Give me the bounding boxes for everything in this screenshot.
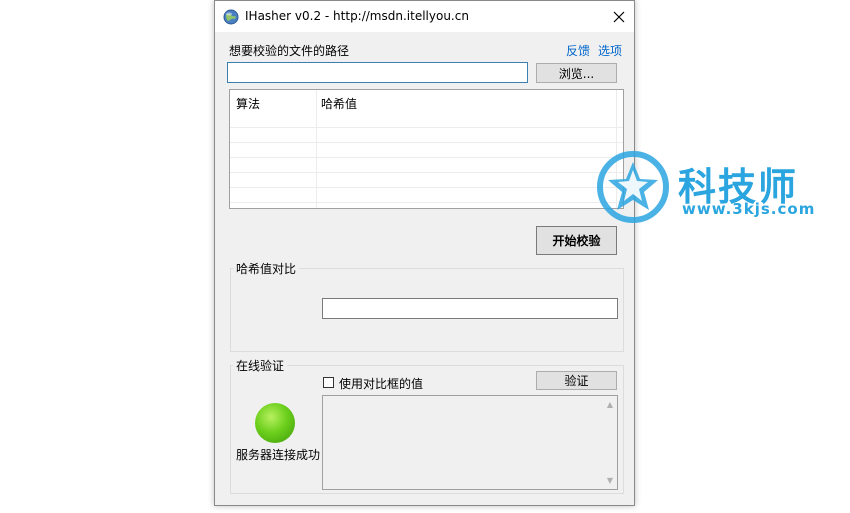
column-hash[interactable]: 哈希值 (321, 95, 357, 112)
globe-icon (223, 9, 239, 25)
online-verify-title: 在线验证 (233, 357, 288, 374)
window-title: IHasher v0.2 - http://msdn.itellyou.cn (245, 9, 469, 23)
feedback-link[interactable]: 反馈 (566, 42, 590, 59)
row-line (230, 202, 623, 203)
server-status-indicator (255, 403, 295, 443)
verify-result-textarea[interactable]: ▲ ▼ (322, 395, 618, 490)
use-compare-label[interactable]: 使用对比框的值 (339, 375, 423, 392)
star-logo-icon (597, 151, 669, 223)
title-bar[interactable]: IHasher v0.2 - http://msdn.itellyou.cn (215, 1, 634, 32)
watermark: 科技师 www.3kjs.com (596, 148, 826, 228)
verify-button[interactable]: 验证 (536, 371, 617, 390)
scroll-down-icon[interactable]: ▼ (607, 476, 613, 485)
column-algorithm[interactable]: 算法 (236, 95, 260, 112)
row-line (230, 187, 623, 188)
list-header: 算法 哈希值 (230, 90, 623, 115)
column-divider (316, 90, 317, 208)
file-path-label: 想要校验的文件的路径 (229, 44, 350, 58)
use-compare-checkbox[interactable] (323, 377, 334, 388)
options-link[interactable]: 选项 (598, 42, 622, 59)
app-window: IHasher v0.2 - http://msdn.itellyou.cn 想… (214, 0, 635, 506)
browse-button[interactable]: 浏览... (536, 63, 617, 83)
watermark-url: www.3kjs.com (682, 200, 816, 218)
server-status-text: 服务器连接成功 (236, 448, 321, 462)
row-line (230, 172, 623, 173)
row-line (230, 157, 623, 158)
file-path-input[interactable] (227, 62, 528, 83)
hash-compare-title: 哈希值对比 (233, 260, 300, 277)
close-button[interactable] (604, 1, 634, 32)
scroll-up-icon[interactable]: ▲ (607, 400, 613, 409)
hash-compare-input[interactable] (322, 298, 618, 319)
hash-result-list[interactable]: 算法 哈希值 (229, 89, 624, 209)
row-line (230, 127, 623, 128)
start-check-button[interactable]: 开始校验 (536, 226, 617, 255)
row-line (230, 142, 623, 143)
close-icon (613, 11, 625, 22)
